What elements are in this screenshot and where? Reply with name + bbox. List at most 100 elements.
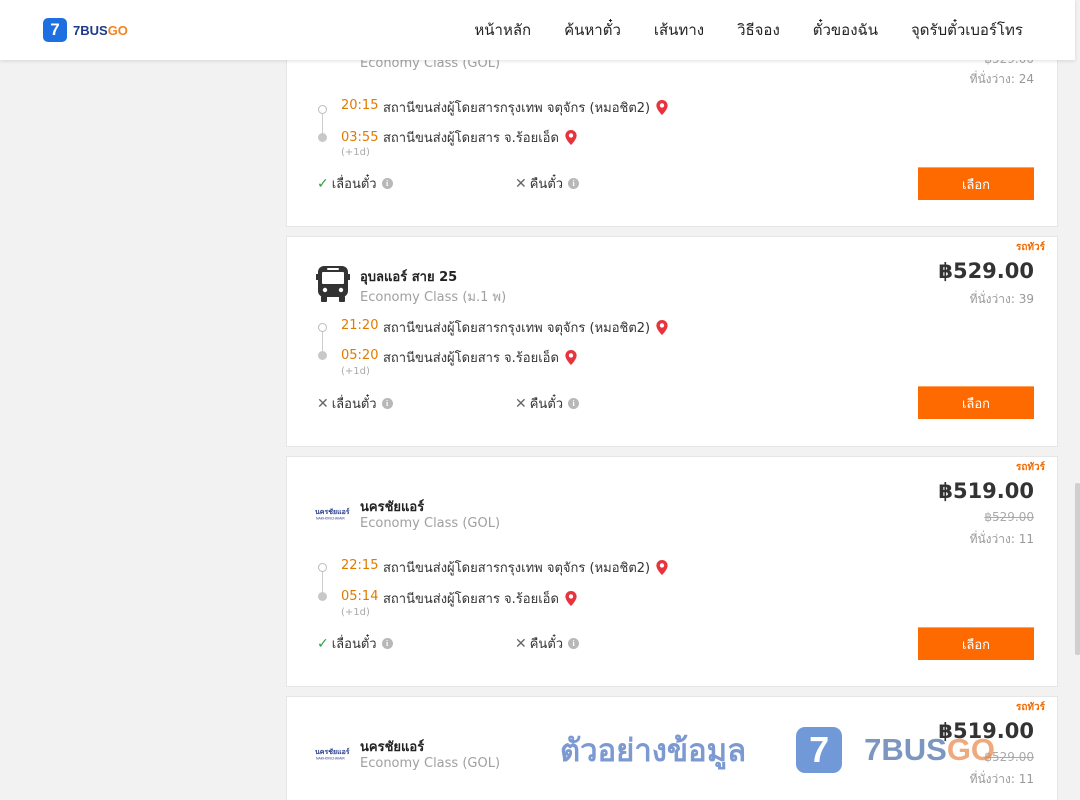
- operator-logo: นครชัยแอร์ NAKHONCHAIAIR: [315, 734, 351, 774]
- brand-name-main: 7BUS: [73, 22, 108, 38]
- arrival-station-label: สถานีขนส่งผู้โดยสาร จ.ร้อยเอ็ด: [383, 131, 559, 146]
- svg-text:NAKHONCHAIAIR: NAKHONCHAIAIR: [316, 517, 345, 521]
- refund-policy: ✕ คืนตั๋ว i: [515, 173, 580, 194]
- departure-dot: [318, 105, 327, 114]
- brand-name: 7BUSGO: [73, 23, 128, 38]
- nav-home[interactable]: หน้าหลัก: [474, 18, 531, 42]
- reschedule-label: เลื่อนตั๋ว: [331, 177, 377, 192]
- operator-name: อุบลแอร์ สาย 25: [360, 270, 458, 285]
- ticket-price: ฿529.00: [938, 259, 1034, 283]
- departure-station[interactable]: สถานีขนส่งผู้โดยสารกรุงเทพ จตุจักร (หมอช…: [383, 97, 668, 118]
- location-pin-icon[interactable]: [656, 100, 668, 115]
- departure-station[interactable]: สถานีขนส่งผู้โดยสารกรุงเทพ จตุจักร (หมอช…: [383, 557, 668, 578]
- arrival-dot: [318, 133, 327, 142]
- departure-time: 22:15: [341, 558, 379, 573]
- top-navbar: 7 7BUSGO หน้าหลัก ค้นหาตั๋ว เส้นทาง วิธี…: [0, 0, 1075, 60]
- reschedule-policy: ✕ เลื่อนตั๋ว i: [317, 393, 393, 414]
- brand-name-go: GO: [107, 22, 128, 38]
- arrival-station-label: สถานีขนส่งผู้โดยสาร จ.ร้อยเอ็ด: [383, 592, 559, 607]
- svg-text:นครชัยแอร์: นครชัยแอร์: [315, 747, 350, 756]
- departure-station-label: สถานีขนส่งผู้โดยสารกรุงเทพ จตุจักร (หมอช…: [383, 321, 651, 336]
- refund-policy: ✕ คืนตั๋ว i: [515, 393, 580, 414]
- location-pin-icon[interactable]: [565, 591, 577, 606]
- arrival-station-label: สถานีขนส่งผู้โดยสาร จ.ร้อยเอ็ด: [383, 351, 559, 366]
- operator-class: Economy Class (GOL): [360, 756, 501, 771]
- seats-available: ที่นั่งว่าง: 24: [969, 72, 1034, 86]
- arrival-dot: [318, 592, 327, 601]
- location-pin-icon[interactable]: [656, 320, 668, 335]
- arrival-station[interactable]: สถานีขนส่งผู้โดยสาร จ.ร้อยเอ็ด: [383, 588, 577, 609]
- timeline-line: [322, 572, 323, 592]
- reschedule-label: เลื่อนตั๋ว: [331, 397, 377, 412]
- logo-icon: 7: [43, 18, 67, 42]
- nakhonchai-logo: นครชัยแอร์NAKHONCHAIAIR: [315, 747, 350, 761]
- info-icon[interactable]: i: [381, 638, 393, 649]
- bus-icon: [316, 266, 350, 302]
- info-icon[interactable]: i: [568, 178, 580, 189]
- nav-how-to-book[interactable]: วิธีจอง: [737, 18, 780, 42]
- nav-my-tickets[interactable]: ตั๋วของฉัน: [813, 18, 878, 42]
- seats-available: ที่นั่งว่าง: 11: [969, 532, 1034, 546]
- nav-search-tickets[interactable]: ค้นหาตั๋ว: [564, 18, 621, 42]
- departure-station-label: สถานีขนส่งผู้โดยสารกรุงเทพ จตุจักร (หมอช…: [383, 561, 651, 576]
- timeline-line: [322, 332, 323, 351]
- next-day-label: (+1d): [341, 607, 370, 618]
- next-day-label: (+1d): [341, 366, 370, 377]
- timeline-line: [322, 114, 323, 133]
- select-button[interactable]: เลือก: [918, 627, 1034, 660]
- select-button[interactable]: เลือก: [918, 386, 1034, 419]
- departure-dot: [318, 323, 327, 332]
- refund-label: คืนตั๋ว: [529, 397, 564, 412]
- reschedule-policy: ✓ เลื่อนตั๋ว i: [317, 633, 393, 654]
- svg-text:NAKHONCHAIAIR: NAKHONCHAIAIR: [316, 757, 345, 761]
- operator-name: นครชัยแอร์: [360, 740, 425, 755]
- location-pin-icon[interactable]: [656, 560, 668, 575]
- ticket-price: ฿519.00: [938, 479, 1034, 503]
- seats-available: ที่นั่งว่าง: 11: [969, 772, 1034, 786]
- main-nav: หน้าหลัก ค้นหาตั๋ว เส้นทาง วิธีจอง ตั๋วข…: [441, 0, 1023, 60]
- departure-dot: [318, 563, 327, 572]
- next-day-label: (+1d): [341, 147, 370, 158]
- select-button[interactable]: เลือก: [918, 167, 1034, 200]
- check-icon: ✓: [317, 635, 329, 652]
- operator-class: Economy Class (GOL): [360, 516, 501, 531]
- scrollbar-thumb[interactable]: [1075, 483, 1080, 655]
- trip-card: รถทัวร์ อุบลแอร์ สาย 25 Economy Class (ม…: [286, 236, 1058, 447]
- svg-text:นครชัยแอร์: นครชัยแอร์: [315, 507, 350, 516]
- info-icon[interactable]: i: [381, 398, 393, 409]
- ticket-price: ฿519.00: [938, 719, 1034, 743]
- info-icon[interactable]: i: [381, 178, 393, 189]
- cross-icon: ✕: [317, 395, 329, 412]
- cross-icon: ✕: [515, 395, 527, 412]
- arrival-station[interactable]: สถานีขนส่งผู้โดยสาร จ.ร้อยเอ็ด: [383, 127, 577, 148]
- operator-name: นครชัยแอร์: [360, 500, 425, 515]
- arrival-time: 05:20: [341, 348, 379, 363]
- cross-icon: ✕: [515, 175, 527, 192]
- location-pin-icon[interactable]: [565, 350, 577, 365]
- arrival-station[interactable]: สถานีขนส่งผู้โดยสาร จ.ร้อยเอ็ด: [383, 347, 577, 368]
- bus-type-tag: รถทัวร์: [1015, 702, 1045, 713]
- departure-station[interactable]: สถานีขนส่งผู้โดยสารกรุงเทพ จตุจักร (หมอช…: [383, 317, 668, 338]
- arrival-dot: [318, 351, 327, 360]
- check-icon: ✓: [317, 175, 329, 192]
- nav-pickup-points[interactable]: จุดรับตั๋วเบอร์โทร: [911, 18, 1023, 42]
- page-scrollbar[interactable]: [1075, 0, 1080, 800]
- reschedule-label: เลื่อนตั๋ว: [331, 637, 377, 652]
- refund-label: คืนตั๋ว: [529, 177, 564, 192]
- nakhonchai-logo: นครชัยแอร์NAKHONCHAIAIR: [315, 507, 350, 521]
- operator-logo: นครชัยแอร์ NAKHONCHAIAIR: [315, 494, 351, 534]
- info-icon[interactable]: i: [568, 398, 580, 409]
- location-pin-icon[interactable]: [565, 130, 577, 145]
- info-icon[interactable]: i: [568, 638, 580, 649]
- reschedule-policy: ✓ เลื่อนตั๋ว i: [317, 173, 393, 194]
- seats-available: ที่นั่งว่าง: 39: [969, 292, 1034, 306]
- arrival-time: 03:55: [341, 130, 379, 145]
- departure-station-label: สถานีขนส่งผู้โดยสารกรุงเทพ จตุจักร (หมอช…: [383, 101, 651, 116]
- brand-logo[interactable]: 7 7BUSGO: [43, 18, 128, 42]
- bus-type-tag: รถทัวร์: [1015, 462, 1045, 473]
- departure-time: 20:15: [341, 98, 379, 113]
- nav-routes[interactable]: เส้นทาง: [654, 18, 704, 42]
- arrival-time: 05:14: [341, 589, 379, 604]
- original-price: ฿529.00: [984, 750, 1034, 764]
- departure-time: 21:20: [341, 318, 379, 333]
